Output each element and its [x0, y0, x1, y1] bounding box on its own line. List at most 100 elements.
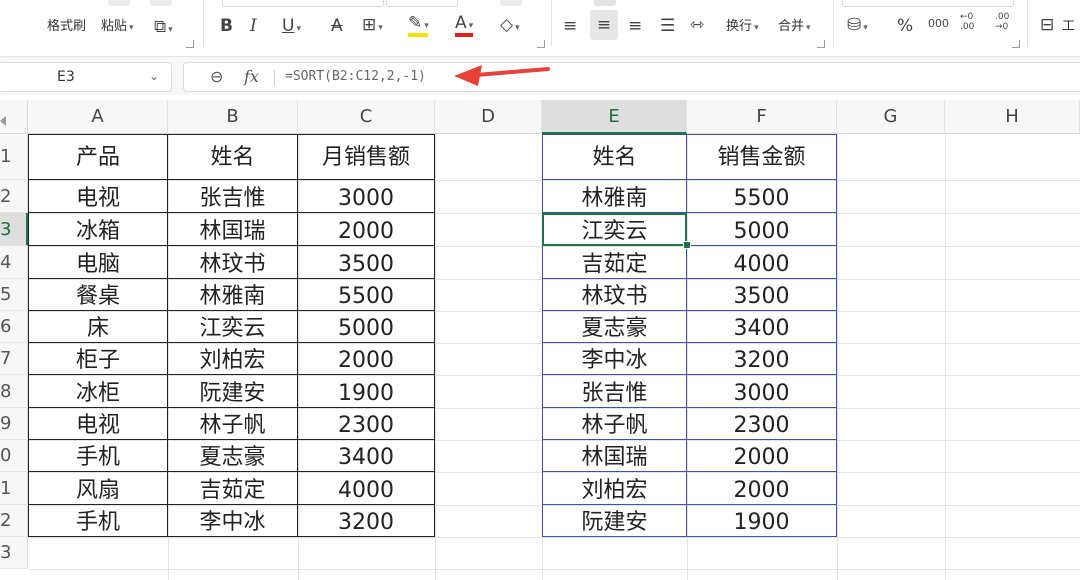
source-table-cell[interactable]: 2000	[298, 343, 435, 375]
row-header[interactable]: 3	[0, 213, 28, 246]
result-table-cell[interactable]: 阮建安	[542, 505, 687, 537]
source-table-cell[interactable]: 林玟书	[168, 246, 298, 279]
source-table-cell[interactable]: 林国瑞	[168, 213, 298, 246]
align-top-button-edge[interactable]	[594, 0, 616, 6]
paste-button[interactable]: 粘贴 ▾	[101, 19, 134, 36]
source-table-cell[interactable]: 餐桌	[28, 279, 168, 311]
distribute-icon[interactable]: ⇿	[690, 15, 704, 35]
clipboard-dialog-launcher[interactable]	[186, 40, 194, 48]
clipboard-top-button-edge[interactable]	[108, 0, 130, 6]
font-size-select[interactable]	[386, 0, 458, 7]
number-format-select[interactable]	[842, 0, 1014, 7]
result-table-cell[interactable]: 2000	[687, 440, 837, 472]
result-table-header-cell[interactable]: 销售金额	[687, 134, 837, 180]
source-table-cell[interactable]: 3200	[298, 505, 435, 537]
merge-button[interactable]: 合并 ▾	[778, 19, 811, 36]
decrease-decimal-button[interactable]: .00 →0	[995, 12, 1015, 32]
name-box[interactable]: E3 ⌄	[0, 62, 172, 92]
wrap-text-button[interactable]: 换行 ▾	[726, 19, 759, 36]
source-table-cell[interactable]: 3000	[298, 180, 435, 213]
row-header[interactable]: 3	[0, 537, 28, 569]
result-table-cell[interactable]: 3200	[687, 343, 837, 375]
result-table-cell[interactable]: 江奕云	[542, 213, 687, 246]
source-table-cell[interactable]: 电脑	[28, 246, 168, 279]
row-header[interactable]: 1	[0, 472, 28, 505]
font-name-select[interactable]	[222, 0, 384, 7]
worksheet-button-label[interactable]: 工	[1062, 19, 1075, 35]
number-dialog-launcher[interactable]	[1012, 40, 1020, 48]
result-table-cell[interactable]: 3500	[687, 279, 837, 311]
row-header[interactable]: 0	[0, 440, 28, 472]
source-table-header-cell[interactable]: 月销售额	[298, 134, 435, 180]
result-table-cell[interactable]: 张吉惟	[542, 375, 687, 408]
result-table-cell[interactable]: 李中冰	[542, 343, 687, 375]
align-left-icon[interactable]: ≡	[563, 16, 577, 36]
column-header-a[interactable]: A	[28, 100, 168, 134]
justify-icon[interactable]: ☰	[660, 16, 675, 36]
result-table-cell[interactable]: 1900	[687, 505, 837, 537]
source-table-cell[interactable]: 床	[28, 311, 168, 343]
result-table-cell[interactable]: 4000	[687, 246, 837, 279]
source-table-cell[interactable]: 1900	[298, 375, 435, 408]
source-table-cell[interactable]: 林雅南	[168, 279, 298, 311]
row-header[interactable]: 6	[0, 311, 28, 343]
source-table-cell[interactable]: 3500	[298, 246, 435, 279]
result-table-cell[interactable]: 林国瑞	[542, 440, 687, 472]
italic-button[interactable]: I	[250, 16, 257, 36]
result-table-cell[interactable]: 5500	[687, 180, 837, 213]
increase-decimal-button[interactable]: ←0 .00	[960, 12, 980, 32]
source-table-cell[interactable]: 冰柜	[28, 375, 168, 408]
align-center-icon[interactable]: ≡	[590, 10, 618, 40]
borders-icon[interactable]: ⊞ ▾	[362, 15, 383, 38]
source-table-header-cell[interactable]: 产品	[28, 134, 168, 180]
source-table-cell[interactable]: 5000	[298, 311, 435, 343]
copy-icon[interactable]: ⧉ ▾	[154, 17, 173, 40]
result-table-cell[interactable]: 林子帆	[542, 408, 687, 440]
source-table-cell[interactable]: 阮建安	[168, 375, 298, 408]
source-table-cell[interactable]: 李中冰	[168, 505, 298, 537]
align-right-icon[interactable]: ≡	[628, 16, 642, 36]
alignment-dialog-launcher[interactable]	[817, 40, 825, 48]
source-table-cell[interactable]: 电视	[28, 180, 168, 213]
column-header-e[interactable]: E	[542, 100, 687, 134]
source-table-cell[interactable]: 电视	[28, 408, 168, 440]
source-table-header-cell[interactable]: 姓名	[168, 134, 298, 180]
currency-icon[interactable]: ⛁ ▾	[847, 15, 868, 38]
row-header[interactable]: 7	[0, 343, 28, 375]
result-table-cell[interactable]: 夏志豪	[542, 311, 687, 343]
result-table-cell[interactable]: 3000	[687, 375, 837, 408]
result-table-cell[interactable]: 吉茹定	[542, 246, 687, 279]
zoom-icon[interactable]: ⊖	[210, 67, 223, 86]
percent-button[interactable]: %	[897, 16, 913, 36]
format-painter-button[interactable]: 格式刷	[47, 19, 86, 35]
source-table-cell[interactable]: 吉茹定	[168, 472, 298, 505]
result-table-cell[interactable]: 3400	[687, 311, 837, 343]
column-header-h[interactable]: H	[945, 100, 1080, 134]
row-header[interactable]: 2	[0, 505, 28, 537]
result-table-cell[interactable]: 林玟书	[542, 279, 687, 311]
result-table-cell[interactable]: 林雅南	[542, 180, 687, 213]
result-table-cell[interactable]: 刘柏宏	[542, 472, 687, 505]
row-header[interactable]: 4	[0, 246, 28, 279]
row-header[interactable]: 9	[0, 408, 28, 440]
strikethrough-button[interactable]: A	[331, 16, 343, 36]
column-header-c[interactable]: C	[298, 100, 435, 134]
row-header[interactable]: 5	[0, 279, 28, 311]
column-header-b[interactable]: B	[168, 100, 298, 134]
font-dialog-launcher[interactable]	[537, 40, 545, 48]
result-table-cell[interactable]: 2300	[687, 408, 837, 440]
column-header-g[interactable]: G	[837, 100, 945, 134]
source-table-cell[interactable]: 江奕云	[168, 311, 298, 343]
source-table-cell[interactable]: 张吉惟	[168, 180, 298, 213]
column-header-d[interactable]: D	[435, 100, 542, 134]
fx-icon[interactable]: fx	[244, 67, 259, 86]
column-header-f[interactable]: F	[687, 100, 837, 134]
source-table-cell[interactable]: 3400	[298, 440, 435, 472]
source-table-cell[interactable]: 2300	[298, 408, 435, 440]
chevron-down-icon[interactable]: ⌄	[149, 69, 159, 83]
font-size-button-edge[interactable]	[500, 0, 522, 6]
fill-handle[interactable]	[683, 241, 691, 249]
underline-button[interactable]: U ▾	[282, 16, 301, 39]
thousands-separator-button[interactable]: 000	[928, 14, 949, 34]
result-table-cell[interactable]: 5000	[687, 213, 837, 246]
